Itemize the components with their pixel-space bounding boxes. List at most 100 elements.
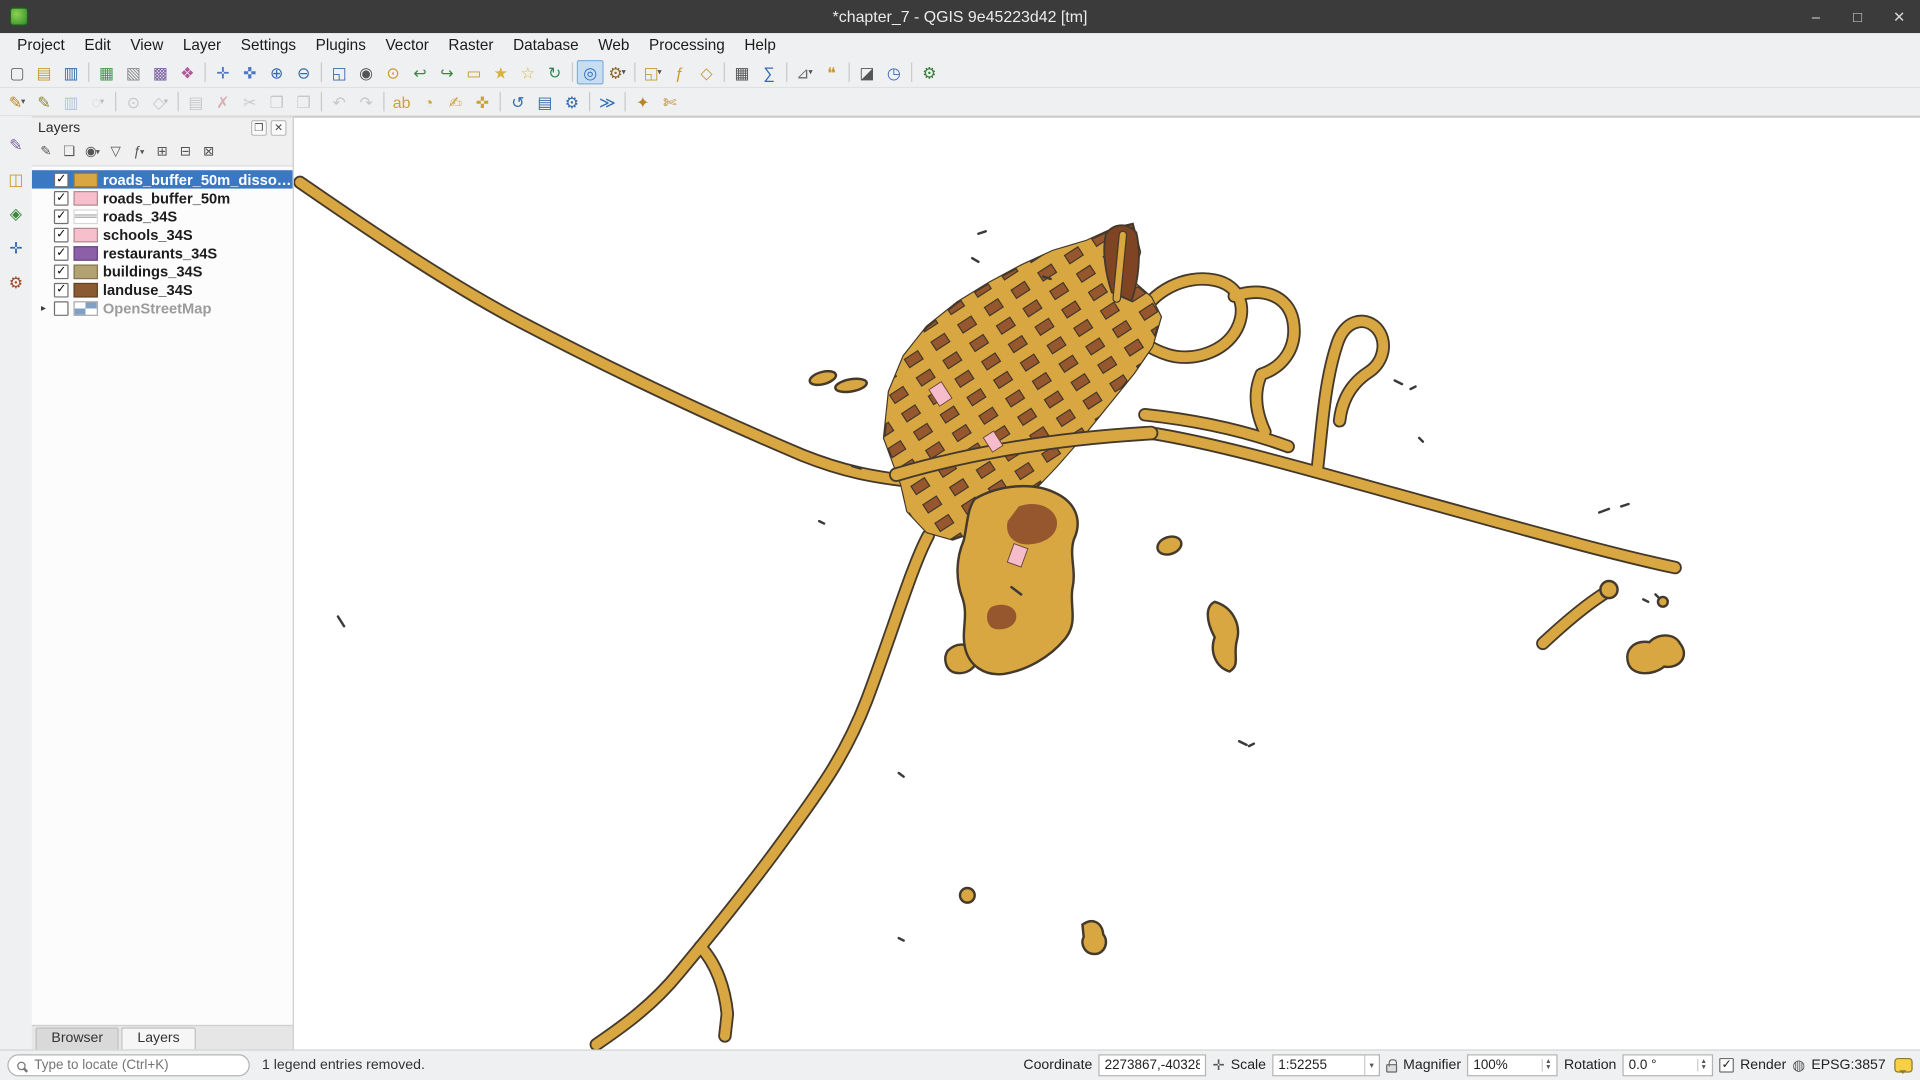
layer-visibility-checkbox[interactable]: ✓ <box>54 264 69 279</box>
layer-row[interactable]: ▸OpenStreetMap <box>32 299 293 317</box>
filter-by-expression-button[interactable]: ƒ▾ <box>127 141 150 163</box>
zoom-to-selection-button[interactable]: ⊙ <box>380 60 407 84</box>
zoom-last-button[interactable]: ↩ <box>407 60 434 84</box>
menu-layer[interactable]: Layer <box>173 34 231 56</box>
layer-row[interactable]: ✓buildings_34S <box>32 262 293 280</box>
browser-dock-icon[interactable]: ◫ <box>4 168 28 191</box>
messages-button[interactable] <box>1894 1058 1912 1073</box>
layer-visibility-checkbox[interactable]: ✓ <box>54 282 69 297</box>
move-label-button[interactable]: ✜ <box>469 89 496 113</box>
close-panel-button[interactable]: ✕ <box>271 120 287 136</box>
menu-edit[interactable]: Edit <box>75 34 121 56</box>
layer-visibility-checkbox[interactable]: ✓ <box>54 209 69 224</box>
expand-all-button[interactable]: ⊞ <box>151 141 174 163</box>
measure-button[interactable]: ⊿▾ <box>791 60 818 84</box>
menu-plugins[interactable]: Plugins <box>306 34 376 56</box>
locator-input[interactable] <box>32 1057 240 1074</box>
temporal-controller-button[interactable]: ◷ <box>880 60 907 84</box>
layer-row[interactable]: ✓roads_buffer_50m <box>32 189 293 207</box>
extents-toggle-icon[interactable]: ✛ <box>1212 1057 1224 1074</box>
pan-map-button[interactable]: ✛ <box>209 60 236 84</box>
select-by-expression-button[interactable]: ƒ <box>666 60 693 84</box>
plugin-tool-1-button[interactable]: ✦ <box>629 89 656 113</box>
new-3d-map-button[interactable]: ◪ <box>853 60 880 84</box>
run-feature-action-button[interactable]: ⚙▾ <box>604 60 631 84</box>
menu-vector[interactable]: Vector <box>376 34 439 56</box>
map-canvas[interactable] <box>294 116 1920 1049</box>
add-group-button[interactable]: ❏ <box>58 141 81 163</box>
layer-row[interactable]: ✓schools_34S <box>32 225 293 243</box>
menu-project[interactable]: Project <box>7 34 74 56</box>
layout-manager-button[interactable]: ▩ <box>147 60 174 84</box>
pan-to-selection-button[interactable]: ✜ <box>236 60 263 84</box>
zoom-native-button[interactable]: ◉ <box>353 60 380 84</box>
layer-visibility-checkbox[interactable]: ✓ <box>54 246 69 261</box>
layer-row[interactable]: ✓roads_34S <box>32 207 293 225</box>
manage-map-themes-button[interactable]: ◉▾ <box>81 141 104 163</box>
tab-browser[interactable]: Browser <box>36 1027 119 1049</box>
menu-web[interactable]: Web <box>588 34 639 56</box>
zoom-to-layer-button[interactable]: ▭ <box>460 60 487 84</box>
open-layer-styling-button[interactable]: ✎ <box>34 141 57 163</box>
menu-view[interactable]: View <box>121 34 174 56</box>
locator-search[interactable] <box>7 1054 249 1076</box>
open-attribute-table-button[interactable]: ▦ <box>729 60 756 84</box>
open-project-button[interactable]: ▤ <box>31 60 58 84</box>
tab-layers[interactable]: Layers <box>121 1027 195 1049</box>
layer-labeling-button[interactable]: ab <box>388 89 415 113</box>
save-project-button[interactable]: ▥ <box>58 60 85 84</box>
maximize-button[interactable]: □ <box>1847 8 1869 25</box>
toggle-editing-button[interactable]: ✎ <box>31 89 58 113</box>
undock-panel-button[interactable]: ❐ <box>251 120 267 136</box>
refresh-button[interactable]: ↻ <box>541 60 568 84</box>
layer-visibility-checkbox[interactable]: ✓ <box>54 172 69 187</box>
zoom-full-button[interactable]: ◱ <box>326 60 353 84</box>
map-tips-button[interactable]: ❝ <box>818 60 845 84</box>
render-checkbox[interactable]: ✓ <box>1719 1058 1734 1073</box>
pin-labels-button[interactable]: ✍ <box>442 89 469 113</box>
processing-results-button[interactable]: ▤ <box>531 89 558 113</box>
plugin-tool-2-button[interactable]: ✄ <box>656 89 683 113</box>
minimize-button[interactable]: – <box>1805 8 1827 25</box>
layer-diagram-button[interactable]: ◔ <box>415 89 442 113</box>
crs-icon[interactable]: ◍ <box>1792 1057 1805 1074</box>
expander-icon[interactable]: ▸ <box>38 302 49 313</box>
close-button[interactable]: ✕ <box>1888 8 1910 25</box>
current-edits-button[interactable]: ✎▾ <box>4 89 31 113</box>
scale-lock-icon[interactable] <box>1386 1063 1397 1072</box>
spinner-arrows-icon[interactable]: ▲▼ <box>1697 1059 1707 1071</box>
menu-raster[interactable]: Raster <box>439 34 504 56</box>
layer-visibility-checkbox[interactable] <box>54 301 69 316</box>
layer-styling-dock-icon[interactable]: ✎ <box>4 133 28 156</box>
menu-help[interactable]: Help <box>735 34 786 56</box>
mesh-calculator-button[interactable]: ⚙ <box>558 89 585 113</box>
select-features-button[interactable]: ◱▾ <box>639 60 666 84</box>
deselect-features-button[interactable]: ◇ <box>693 60 720 84</box>
scale-combobox[interactable]: 1:52255 ▾ <box>1272 1054 1380 1076</box>
layer-row[interactable]: ✓roads_buffer_50m_dissolv... <box>32 170 293 188</box>
menu-database[interactable]: Database <box>503 34 588 56</box>
zoom-next-button[interactable]: ↪ <box>433 60 460 84</box>
coordinate-input[interactable] <box>1098 1054 1206 1076</box>
new-bookmark-button[interactable]: ★ <box>487 60 514 84</box>
show-bookmarks-button[interactable]: ☆ <box>514 60 541 84</box>
magnifier-spinbox[interactable]: 100% ▲▼ <box>1467 1054 1558 1076</box>
new-project-button[interactable]: ▢ <box>4 60 31 84</box>
layer-row[interactable]: ✓restaurants_34S <box>32 244 293 262</box>
spinner-arrows-icon[interactable]: ▲▼ <box>1541 1059 1551 1071</box>
remove-layer-button[interactable]: ⊠ <box>197 141 220 163</box>
layer-row[interactable]: ✓landuse_34S <box>32 280 293 298</box>
filter-legend-button[interactable]: ▽ <box>104 141 127 163</box>
processing-history-button[interactable]: ↺ <box>504 89 531 113</box>
menu-processing[interactable]: Processing <box>639 34 734 56</box>
style-manager-button[interactable]: ❖ <box>174 60 201 84</box>
zoom-in-button[interactable]: ⊕ <box>263 60 290 84</box>
processing-dock-icon[interactable]: ⚙ <box>4 271 28 294</box>
advanced-digitizing-dock-icon[interactable]: ✛ <box>4 236 28 259</box>
new-report-button[interactable]: ▧ <box>120 60 147 84</box>
collapse-all-button[interactable]: ⊟ <box>174 141 197 163</box>
menu-settings[interactable]: Settings <box>231 34 306 56</box>
rotation-spinbox[interactable]: 0.0 ° ▲▼ <box>1623 1054 1714 1076</box>
identify-features-button[interactable]: ◎ <box>577 60 604 84</box>
zoom-out-button[interactable]: ⊖ <box>290 60 317 84</box>
